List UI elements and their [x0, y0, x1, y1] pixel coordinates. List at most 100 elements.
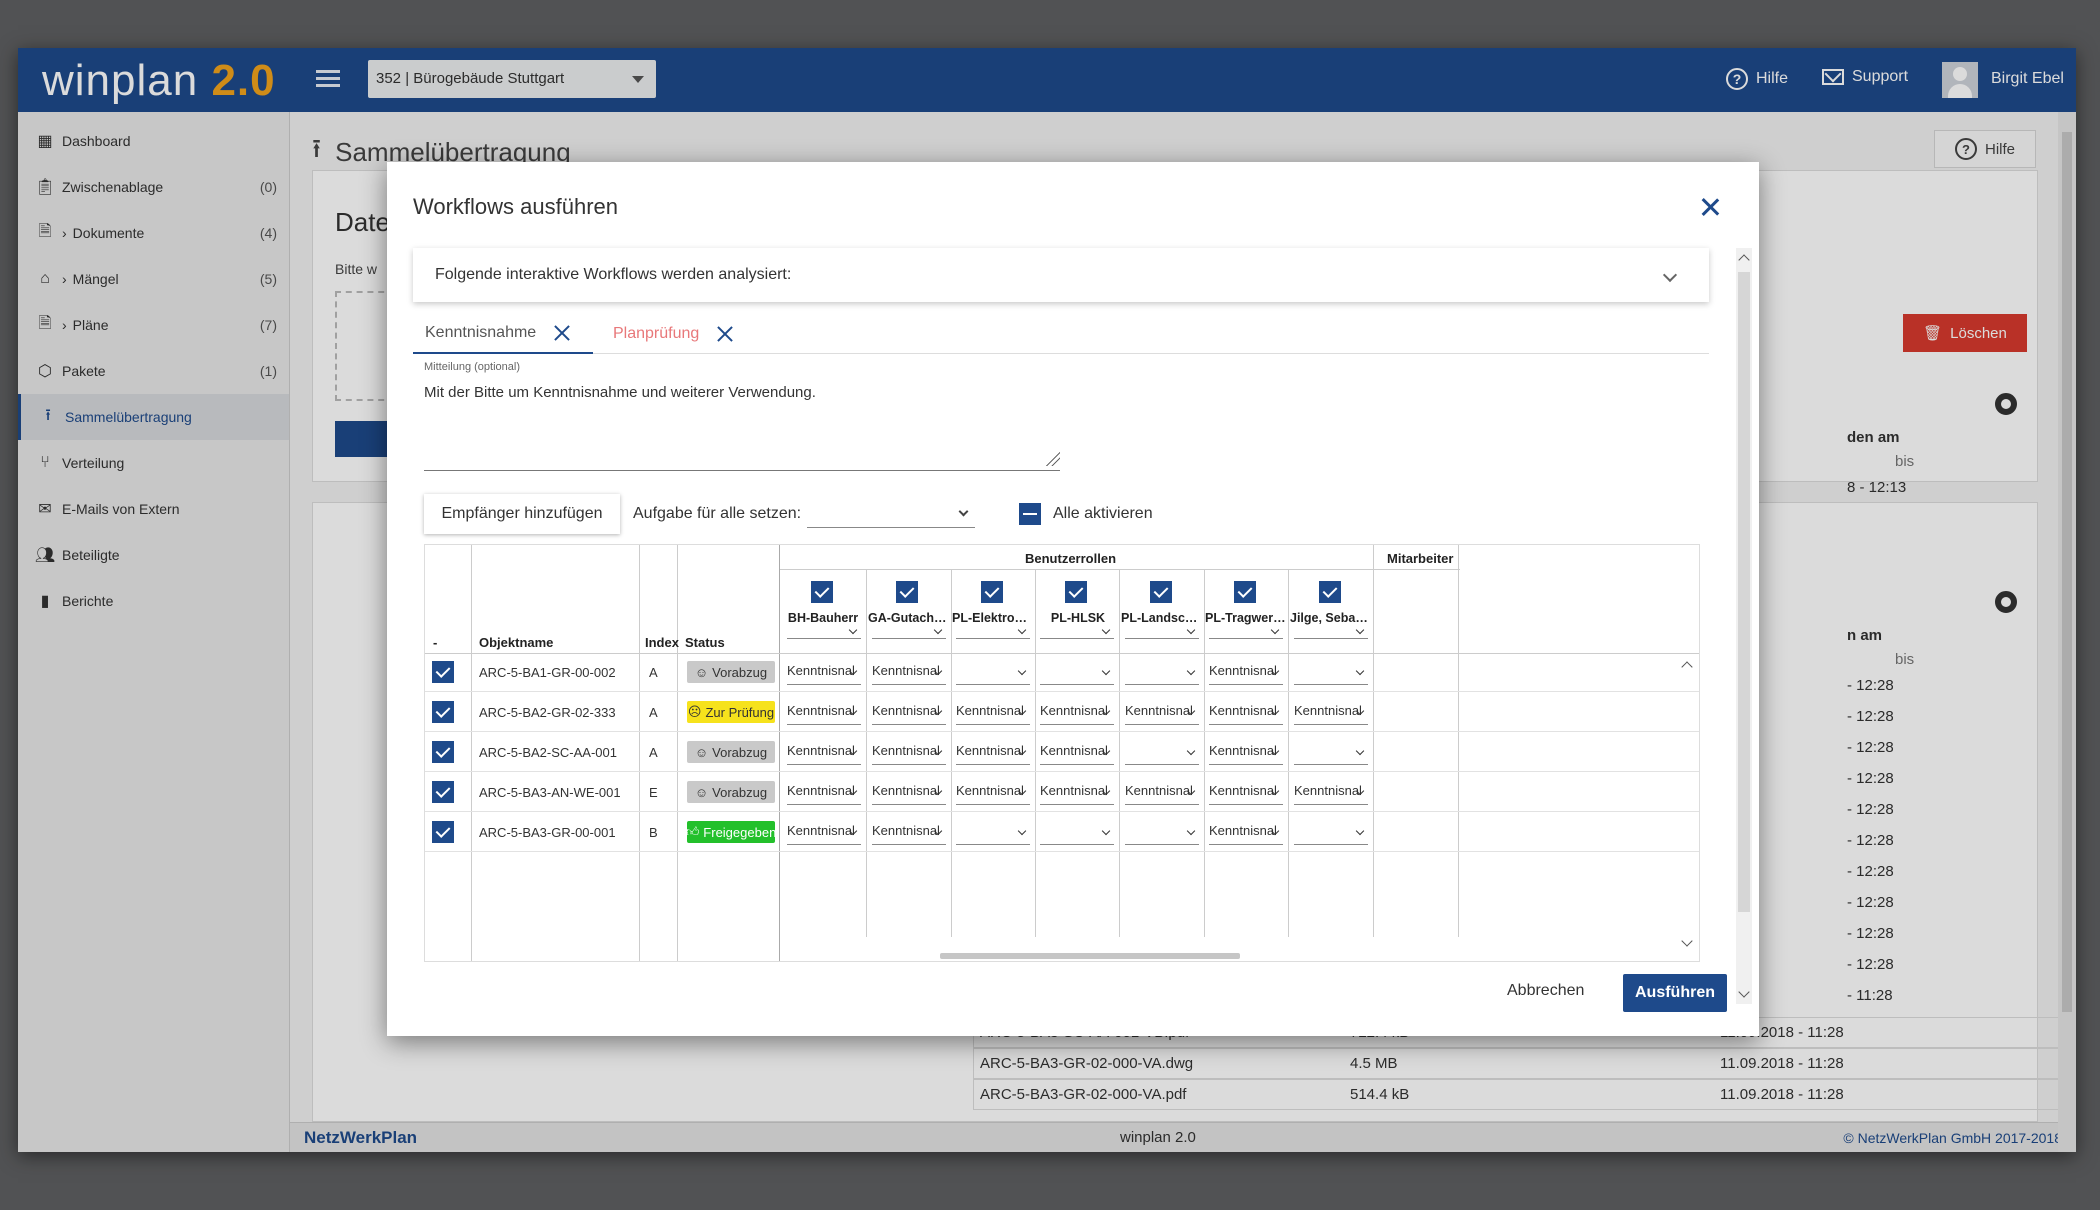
task-select[interactable] [956, 823, 1030, 845]
task-select[interactable]: Kenntnisnal [1125, 703, 1199, 725]
role-checkbox[interactable] [1319, 581, 1341, 603]
task-select[interactable]: Kenntnisnal [1040, 743, 1114, 765]
table-row[interactable]: ARC-5-BA3-AN-WE-001 E ☺ Vorabzug Kenntnis… [425, 773, 1699, 812]
task-select[interactable]: Kenntnisnal [872, 743, 946, 765]
menu-icon[interactable] [316, 70, 340, 90]
sidebar-item-zwischenablage[interactable]: 📋︎ Zwischenablage (0) [18, 164, 289, 210]
sidebar-item-dokumente[interactable]: 🗎 › Dokumente (4) [18, 210, 289, 256]
sidebar-item-emails[interactable]: ✉ E-Mails von Extern [18, 486, 289, 532]
grid-vertical-scrollbar[interactable] [1679, 655, 1697, 955]
task-select[interactable] [1294, 663, 1368, 685]
task-select[interactable] [1125, 663, 1199, 685]
table-row[interactable]: ARC-5-BA1-GR-00-002 A ☺ Vorabzug Kenntnis… [425, 653, 1699, 692]
role-filter-select[interactable] [1294, 625, 1368, 639]
app-logo[interactable]: winplan 2.0 [42, 56, 276, 106]
row-checkbox[interactable] [432, 741, 454, 763]
support-link[interactable]: Support [1822, 68, 1908, 86]
role-filter-select[interactable] [956, 625, 1030, 639]
task-select[interactable]: Kenntnisnal [956, 783, 1030, 805]
task-select[interactable]: Kenntnisnal [872, 823, 946, 845]
role-checkbox[interactable] [981, 581, 1003, 603]
date-to-field[interactable]: bis [1895, 651, 1914, 668]
tab-planpruefung[interactable]: Planprüfung [601, 314, 745, 354]
task-select[interactable]: Kenntnisnal [787, 703, 861, 725]
task-select[interactable] [1125, 743, 1199, 765]
table-row[interactable]: ARC-5-BA3-GR-00-001 B 👍︎ Freigegeben Kenn… [425, 813, 1699, 852]
task-select[interactable] [1294, 743, 1368, 765]
task-select[interactable]: Kenntnisnal [787, 663, 861, 685]
column-header[interactable]: Index [645, 635, 679, 650]
table-row[interactable]: ARC-5-BA3-GR-02-000-VA.dwg 4.5 MB 11.09.20… [973, 1048, 2059, 1079]
task-select[interactable]: Kenntnisnal [787, 823, 861, 845]
task-select[interactable]: Kenntnisnal [1209, 703, 1283, 725]
task-select[interactable] [1294, 823, 1368, 845]
arrow-down-icon[interactable] [1738, 986, 1750, 998]
row-checkbox[interactable] [432, 701, 454, 723]
task-select[interactable]: Kenntnisnal [1040, 783, 1114, 805]
close-icon[interactable] [1701, 198, 1719, 216]
role-filter-select[interactable] [787, 625, 861, 639]
task-select[interactable]: Kenntnisnal [872, 703, 946, 725]
arrow-up-icon[interactable] [1738, 254, 1750, 266]
horizontal-scrollbar[interactable] [940, 953, 1240, 959]
task-all-select[interactable] [807, 500, 975, 528]
help-link[interactable]: ? Hilfe [1726, 68, 1788, 90]
table-row[interactable]: ARC-5-BA3-GR-02-000-VA.pdf 514.4 kB 11.09.… [973, 1079, 2059, 1110]
row-checkbox[interactable] [432, 661, 454, 683]
task-select[interactable]: Kenntnisnal [1040, 703, 1114, 725]
row-checkbox[interactable] [432, 821, 454, 843]
close-icon[interactable] [717, 326, 733, 342]
task-select[interactable]: Kenntnisnal [1125, 783, 1199, 805]
footer-brand[interactable]: NetzWerkPlan [304, 1128, 417, 1148]
task-select[interactable]: Kenntnisnal [956, 703, 1030, 725]
analysis-panel[interactable]: Folgende interaktive Workflows werden an… [413, 248, 1709, 302]
activate-all-toggle[interactable]: Alle aktivieren [1019, 503, 1153, 525]
task-select[interactable]: Kenntnisnal [1209, 663, 1283, 685]
sidebar-item-maengel[interactable]: ⌂ › Mängel (5) [18, 256, 289, 302]
date-to-field[interactable]: bis [1895, 453, 1914, 470]
column-header[interactable]: den am [1847, 429, 1900, 446]
indeterminate-checkbox[interactable] [1019, 503, 1041, 525]
role-checkbox[interactable] [1065, 581, 1087, 603]
page-help-button[interactable]: ? Hilfe [1934, 130, 2036, 168]
role-checkbox[interactable] [1150, 581, 1172, 603]
role-filter-select[interactable] [1209, 625, 1283, 639]
arrow-up-icon[interactable] [1681, 661, 1693, 673]
role-filter-select[interactable] [1040, 625, 1114, 639]
task-select[interactable]: Kenntnisnal [1209, 823, 1283, 845]
task-select[interactable]: Kenntnisnal [872, 663, 946, 685]
avatar[interactable] [1942, 62, 1978, 98]
dialog-scrollbar[interactable] [1736, 248, 1752, 1004]
scrollbar-thumb[interactable] [1738, 272, 1750, 912]
add-recipient-button[interactable]: Empfänger hinzufügen [424, 494, 620, 534]
task-select[interactable] [1040, 663, 1114, 685]
row-checkbox[interactable] [432, 781, 454, 803]
gear-icon[interactable] [1995, 591, 2017, 613]
resize-handle-icon[interactable] [1044, 450, 1060, 466]
delete-button[interactable]: 🗑︎ Löschen [1903, 314, 2027, 352]
task-select[interactable]: Kenntnisnal [1294, 703, 1368, 725]
sidebar-item-pakete[interactable]: ⬡ Pakete (1) [18, 348, 289, 394]
task-select[interactable]: Kenntnisnal [787, 783, 861, 805]
role-filter-select[interactable] [872, 625, 946, 639]
sidebar-item-berichte[interactable]: ▮ Berichte [18, 578, 289, 624]
drop-zone[interactable] [335, 291, 395, 401]
sidebar-item-beteiligte[interactable]: 👥︎ Beteiligte [18, 532, 289, 578]
cancel-button[interactable]: Abbrechen [1507, 982, 1584, 1000]
task-select[interactable]: Kenntnisnal [1294, 783, 1368, 805]
column-header[interactable]: Objektname [479, 635, 553, 650]
task-select[interactable]: Kenntnisnal [787, 743, 861, 765]
close-icon[interactable] [554, 325, 570, 341]
role-checkbox[interactable] [1234, 581, 1256, 603]
task-select[interactable]: Kenntnisnal [872, 783, 946, 805]
sidebar-item-sammeluebertragung[interactable]: ⭱ Sammelübertragung [18, 394, 289, 440]
sidebar-item-dashboard[interactable]: ▦ Dashboard [18, 118, 289, 164]
role-checkbox[interactable] [896, 581, 918, 603]
role-checkbox[interactable] [811, 581, 833, 603]
page-scrollbar[interactable] [2058, 112, 2076, 1152]
upload-button[interactable] [335, 421, 395, 457]
task-select[interactable]: Kenntnisnal [956, 743, 1030, 765]
task-select[interactable] [1040, 823, 1114, 845]
role-filter-select[interactable] [1125, 625, 1199, 639]
table-row[interactable]: ARC-5-BA2-GR-02-333 A ☹ Zur Prüfung Kennt… [425, 693, 1699, 732]
